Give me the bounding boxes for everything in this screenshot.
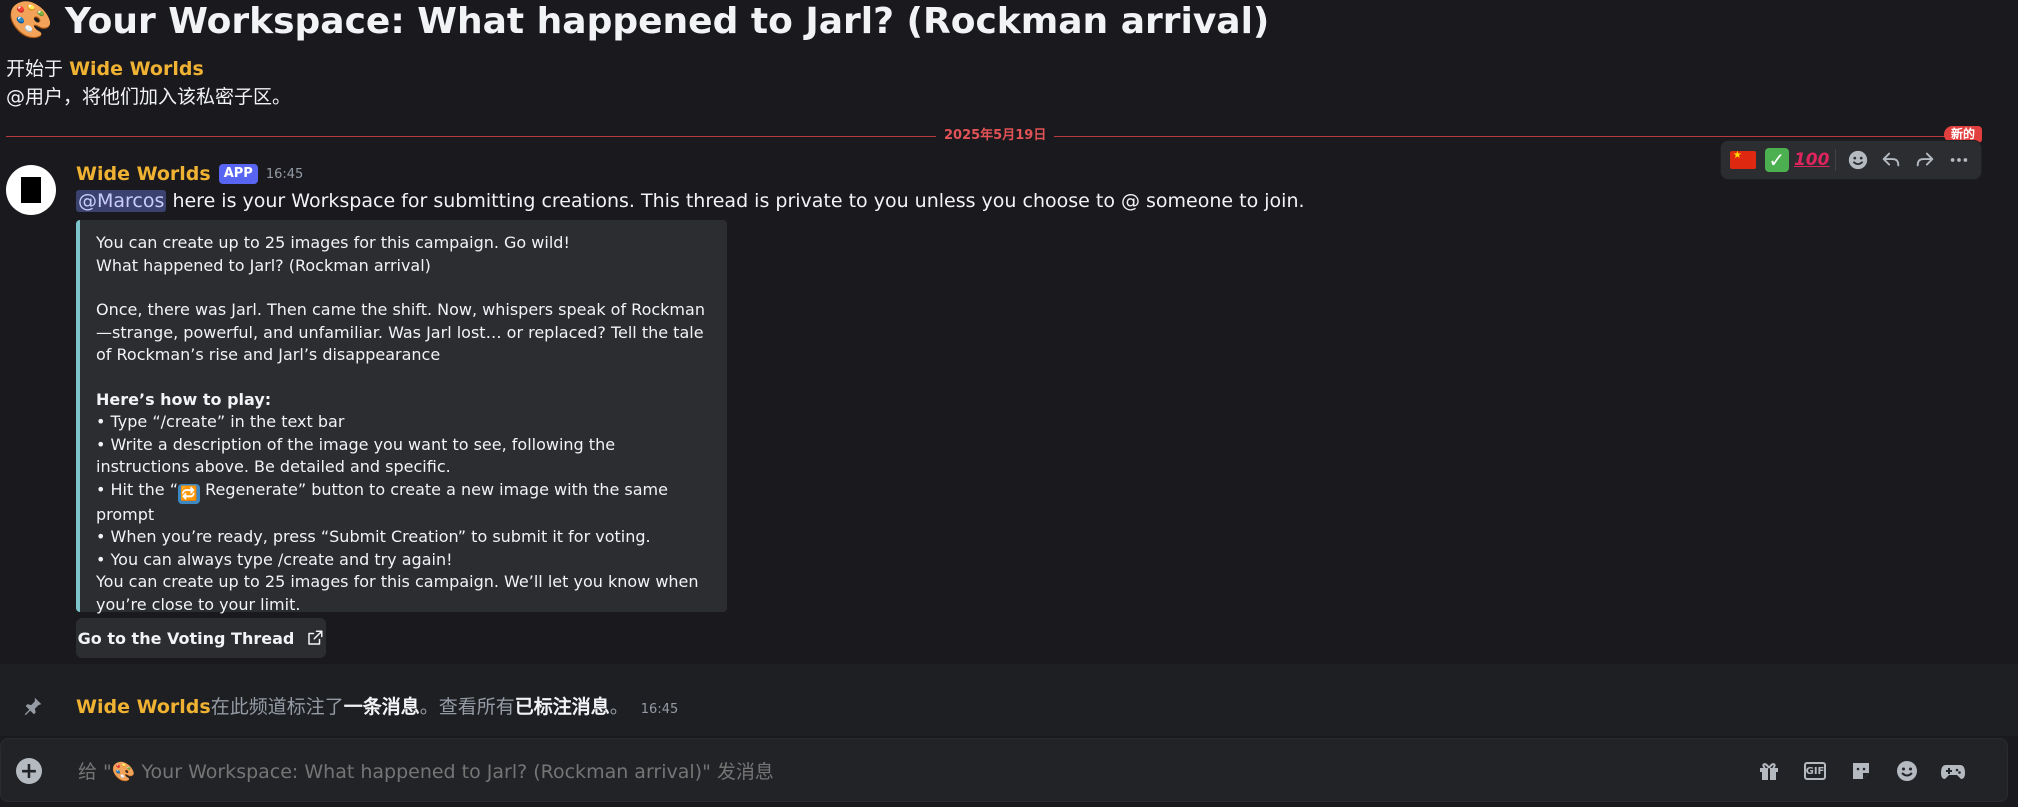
user-mention[interactable]: @Marcos	[76, 190, 167, 212]
add-reaction-button[interactable]	[1844, 145, 1872, 175]
apps-button[interactable]	[1938, 756, 1968, 786]
embed-bullet: • Hit the “🔁 Regenerate” button to creat…	[96, 479, 668, 524]
more-icon	[1950, 158, 1968, 162]
forward-icon	[1916, 152, 1934, 167]
palette-icon: 🎨	[8, 0, 53, 41]
reply-icon	[1883, 152, 1900, 167]
gif-button[interactable]: GIF	[1800, 756, 1830, 786]
upload-plus-button[interactable]: +	[16, 758, 42, 784]
embed-bullet: • You can always type /create and try ag…	[96, 549, 453, 569]
thread-title: 🎨 Your Workspace: What happened to Jarl?…	[8, 0, 1269, 42]
gift-icon	[1760, 763, 1778, 780]
repeat-icon: 🔁	[178, 483, 200, 504]
embed-bullet: • Write a description of the image you w…	[96, 434, 616, 477]
hundred-points-icon: 100	[1793, 150, 1830, 170]
more-options-button[interactable]	[1945, 145, 1973, 175]
avatar-logo	[21, 177, 41, 203]
reply-button[interactable]	[1877, 145, 1905, 175]
all-pinned-link[interactable]: 已标注消息	[515, 692, 610, 719]
check-mark-reaction[interactable]: ✓	[1763, 145, 1791, 175]
external-link-icon	[308, 630, 323, 645]
embed-bullet: • Type “/create” in the text bar	[96, 412, 345, 431]
china-flag-reaction[interactable]	[1729, 145, 1757, 175]
emoji-button[interactable]	[1892, 756, 1922, 786]
embed-bullet: • When you’re ready, press “Submit Creat…	[96, 527, 651, 546]
pinned-message-link[interactable]: 一条消息	[344, 692, 420, 719]
gamepad-icon	[1941, 765, 1965, 779]
pin-timestamp: 16:45	[640, 702, 679, 717]
message-timestamp[interactable]: 16:45	[266, 167, 303, 182]
message-author[interactable]: Wide Worlds	[76, 163, 211, 185]
sticker-button[interactable]	[1846, 756, 1876, 786]
china-flag-icon	[1729, 151, 1756, 169]
message-header: Wide Worlds APP 16:45	[76, 163, 303, 185]
toolbar-divider	[1834, 149, 1836, 171]
mention-tip: @用户，将他们加入该私密子区。	[6, 86, 292, 108]
voting-thread-label: Go to the Voting Thread	[77, 628, 295, 648]
avatar[interactable]	[6, 165, 56, 215]
message-input[interactable]	[76, 756, 1730, 788]
embed-paragraph: Once, there was Jarl. Then came the shif…	[96, 300, 705, 364]
embed-footer-text: You can create up to 25 images for this …	[96, 572, 699, 614]
thread-title-text: Your Workspace: What happened to Jarl? (…	[64, 0, 1270, 42]
emoji-icon	[1897, 761, 1917, 781]
embed-line: What happened to Jarl? (Rockman arrival)	[96, 255, 431, 275]
sticker-icon	[1853, 763, 1869, 779]
date-divider: 2025年5月19日	[936, 126, 1055, 146]
message-content: @Marcos here is your Workspace for submi…	[76, 190, 1305, 212]
gift-button[interactable]	[1754, 756, 1784, 786]
hundred-points-reaction[interactable]: 100	[1793, 145, 1830, 175]
emoji-icon	[1848, 150, 1867, 170]
thread-started-by: 开始于 Wide Worlds	[6, 58, 204, 80]
check-mark-icon: ✓	[1764, 148, 1789, 172]
embed-line: You can create up to 25 images for this …	[96, 233, 570, 252]
message-embed: You can create up to 25 images for this …	[76, 220, 727, 614]
gif-icon: GIF	[1804, 762, 1826, 780]
voting-thread-button[interactable]: Go to the Voting Thread	[76, 618, 326, 658]
forward-button[interactable]	[1911, 145, 1939, 175]
embed-howto-heading: Here’s how to play:	[96, 389, 272, 409]
starter-name[interactable]: Wide Worlds	[69, 58, 204, 80]
composer-actions: GIF	[1754, 756, 1968, 786]
app-badge: APP	[218, 164, 258, 184]
pin-icon	[24, 697, 42, 716]
message-text: here is your Workspace for submitting cr…	[166, 190, 1305, 212]
pin-author[interactable]: Wide Worlds	[76, 696, 211, 718]
message-hover-toolbar: ✓ 100	[1720, 140, 1982, 180]
pin-notice: Wide Worlds 在此频道标注了 一条消息 。查看所有 已标注消息 。 1…	[76, 692, 678, 719]
